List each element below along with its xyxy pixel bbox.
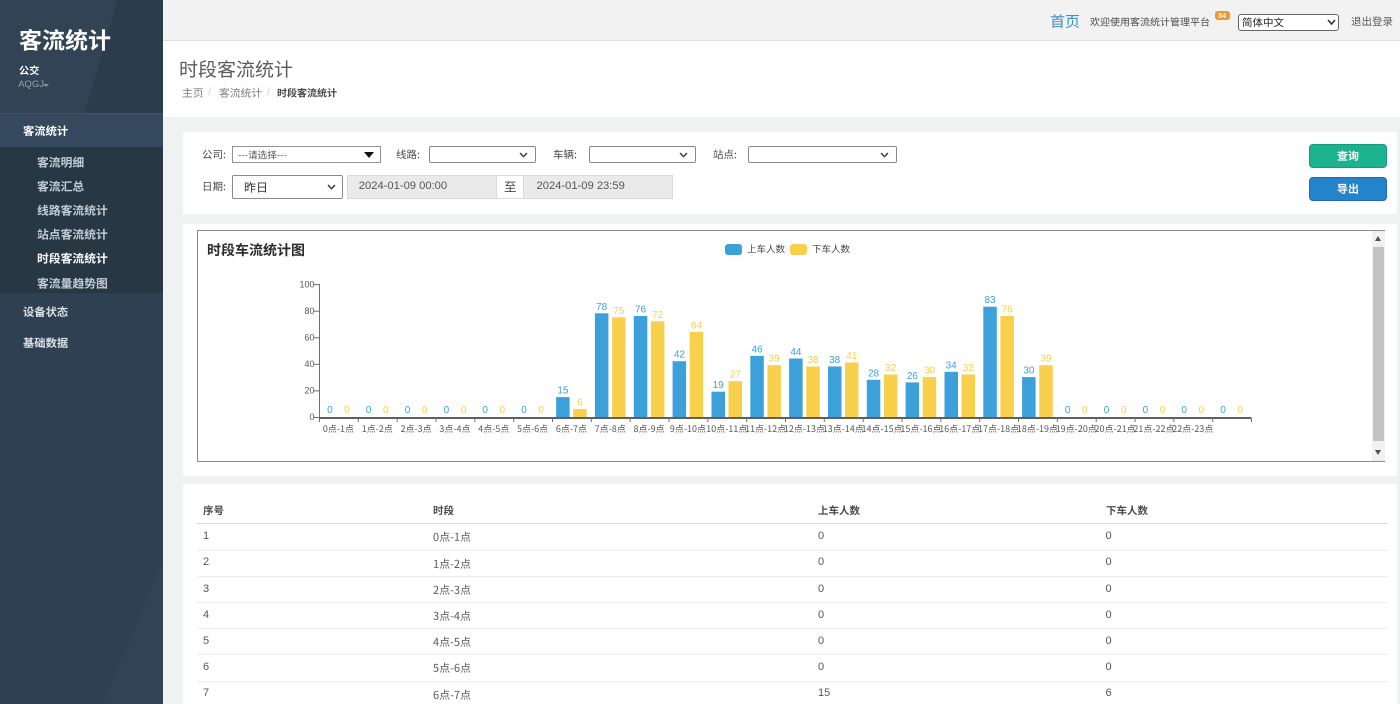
- svg-text:76: 76: [635, 305, 647, 316]
- svg-text:32: 32: [963, 363, 975, 374]
- svg-text:76: 76: [1002, 305, 1014, 316]
- svg-text:27: 27: [730, 370, 742, 381]
- svg-text:26: 26: [907, 371, 919, 382]
- svg-text:0: 0: [1065, 405, 1071, 416]
- svg-text:0: 0: [1143, 405, 1149, 416]
- svg-text:100: 100: [299, 279, 314, 289]
- svg-text:41: 41: [846, 351, 858, 362]
- svg-text:0: 0: [1104, 405, 1110, 416]
- svg-text:0: 0: [1237, 405, 1243, 416]
- svg-text:46: 46: [751, 344, 763, 355]
- svg-text:39: 39: [1040, 354, 1052, 365]
- svg-text:0: 0: [1220, 405, 1226, 416]
- svg-text:0: 0: [538, 405, 544, 416]
- svg-text:0: 0: [482, 405, 488, 416]
- svg-text:60: 60: [304, 333, 314, 343]
- svg-text:0: 0: [1082, 405, 1088, 416]
- svg-text:72: 72: [652, 310, 664, 321]
- svg-text:28: 28: [868, 368, 880, 379]
- svg-text:0: 0: [309, 412, 314, 422]
- svg-text:34: 34: [946, 360, 958, 371]
- svg-text:6: 6: [577, 398, 583, 409]
- svg-text:39: 39: [769, 354, 781, 365]
- svg-text:38: 38: [807, 355, 819, 366]
- svg-text:20: 20: [304, 386, 314, 396]
- svg-text:40: 40: [304, 359, 314, 369]
- svg-text:0: 0: [444, 405, 450, 416]
- svg-text:0: 0: [344, 405, 350, 416]
- svg-text:75: 75: [613, 306, 625, 317]
- svg-text:15: 15: [557, 386, 569, 397]
- svg-text:19: 19: [713, 380, 725, 391]
- svg-text:0: 0: [422, 405, 428, 416]
- svg-text:32: 32: [885, 363, 897, 374]
- svg-text:0: 0: [327, 405, 333, 416]
- svg-text:0: 0: [461, 405, 467, 416]
- svg-text:0: 0: [1199, 405, 1205, 416]
- svg-text:64: 64: [691, 320, 703, 331]
- svg-text:44: 44: [790, 347, 802, 358]
- svg-text:30: 30: [924, 366, 936, 377]
- svg-text:80: 80: [304, 306, 314, 316]
- svg-text:42: 42: [674, 350, 686, 361]
- svg-text:30: 30: [1023, 366, 1035, 377]
- svg-text:38: 38: [829, 355, 841, 366]
- svg-text:78: 78: [596, 302, 608, 313]
- svg-text:0: 0: [500, 405, 506, 416]
- svg-text:0: 0: [366, 405, 372, 416]
- svg-text:0: 0: [1160, 405, 1166, 416]
- svg-text:0: 0: [1181, 405, 1187, 416]
- svg-text:0: 0: [405, 405, 411, 416]
- svg-text:0: 0: [383, 405, 389, 416]
- svg-text:0: 0: [521, 405, 527, 416]
- svg-text:83: 83: [984, 295, 996, 306]
- svg-text:0: 0: [1121, 405, 1127, 416]
